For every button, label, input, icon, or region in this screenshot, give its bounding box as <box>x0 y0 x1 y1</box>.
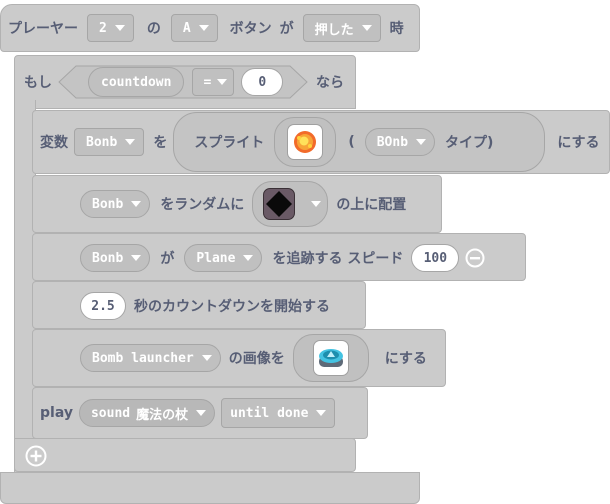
sprite-kind-dropdown[interactable]: BOnb <box>364 128 436 156</box>
follow-sprite-dropdown[interactable]: Bonb <box>80 244 151 272</box>
chevron-down-icon <box>131 255 142 261</box>
if-condition-contents: countdown = 0 <box>88 65 284 99</box>
sprite-label: スプライト <box>194 135 265 151</box>
speed-value: 100 <box>423 250 448 266</box>
chevron-down-icon <box>311 201 322 207</box>
play-sound-row: play sound 魔法の杖 until done <box>40 396 336 430</box>
launcher-button-icon <box>318 349 343 367</box>
fire-burst-icon <box>294 131 317 153</box>
if-block-footer[interactable] <box>14 438 356 472</box>
chevron-down-icon <box>131 201 142 207</box>
dark-tile-icon-frame <box>263 188 296 220</box>
set-image-row: Bomb launcher の画像を にする <box>80 334 427 382</box>
chevron-down-icon <box>361 25 372 31</box>
button-dropdown[interactable]: A <box>170 14 218 42</box>
tile-picker[interactable] <box>252 181 329 227</box>
sound-name: 魔法の杖 <box>136 407 189 423</box>
plus-circle-icon[interactable] <box>25 445 47 467</box>
minus-circle-icon[interactable] <box>465 248 485 268</box>
play-label: play <box>40 405 73 421</box>
place-sprite-value: Bonb <box>92 196 124 212</box>
follow-sprite-value: Bonb <box>92 250 124 266</box>
countdown-seconds-input[interactable]: 2.5 <box>80 292 126 320</box>
if-moshi-label: もし <box>24 75 52 91</box>
compare-value: 0 <box>258 74 267 90</box>
variable-value: Bonb <box>86 134 118 150</box>
compare-value-input[interactable]: 0 <box>241 68 284 96</box>
if-nara-row: なら <box>316 65 344 99</box>
hat-no-label: の <box>146 21 161 37</box>
chevron-down-icon <box>125 139 136 145</box>
set-variable-label: 変数 <box>40 135 68 151</box>
kind-paren-open: ( <box>348 134 355 150</box>
play-mode-value: until done <box>230 405 309 421</box>
countdown-variable-name: countdown <box>101 74 172 90</box>
image-sprite-value: Bomb launcher <box>92 350 194 366</box>
sound-word: sound <box>90 405 131 421</box>
follow-target-value: Plane <box>196 250 236 266</box>
if-nara-label: なら <box>316 75 344 91</box>
sprite-constructor-reporter[interactable]: スプライト ( BOnb タイプ) <box>173 112 546 172</box>
sprite-kind-value: BOnb <box>376 134 409 150</box>
chevron-down-icon <box>416 139 427 145</box>
set-image-label: の画像を <box>228 351 285 367</box>
button-value: A <box>182 20 191 36</box>
follow-speed-label: を追跡する スピード <box>272 251 404 267</box>
speed-input[interactable]: 100 <box>411 244 460 272</box>
chevron-down-icon <box>196 410 207 416</box>
chevron-down-icon <box>198 25 209 31</box>
chevron-down-icon <box>114 25 125 31</box>
hat-button-word-label: ボタン <box>229 21 272 37</box>
countdown-label: 秒のカウントダウンを開始する <box>134 299 330 315</box>
hat-ga-label: が <box>279 21 294 37</box>
place-random-label: をランダムに <box>160 197 245 213</box>
place-random-row: Bonb をランダムに の上に配置 <box>80 181 407 227</box>
hat-prefix-label: プレーヤー <box>8 21 78 37</box>
hat-block-row: プレーヤー 2 の A ボタン が 押した 時 <box>8 11 404 45</box>
sprite-image-slot[interactable] <box>274 117 337 167</box>
player-value: 2 <box>99 20 107 36</box>
chevron-down-icon <box>243 255 254 261</box>
countdown-row: 2.5 秒のカウントダウンを開始する <box>80 289 330 323</box>
operator-value: = <box>203 74 212 90</box>
place-sprite-dropdown[interactable]: Bonb <box>80 190 151 218</box>
dark-tile-icon <box>266 191 293 217</box>
follow-row: Bonb が Plane を追跡する スピード 100 <box>80 241 485 275</box>
kind-suffix-label: タイプ) <box>445 135 494 151</box>
action-dropdown[interactable]: 押した <box>302 14 381 42</box>
play-mode-dropdown[interactable]: until done <box>221 398 336 428</box>
operator-dropdown[interactable]: = <box>192 68 235 96</box>
set-variable-row: 変数 Bonb を スプライト ( BOnb タイプ) にする <box>40 112 600 172</box>
player-dropdown[interactable]: 2 <box>87 14 134 42</box>
launcher-button-icon-frame <box>312 340 349 376</box>
image-sprite-dropdown[interactable]: Bomb launcher <box>80 344 221 372</box>
variable-dropdown[interactable]: Bonb <box>74 128 145 156</box>
countdown-variable-reporter[interactable]: countdown <box>88 67 185 97</box>
set-variable-suffix: にする <box>557 135 600 151</box>
image-picker[interactable] <box>292 334 369 382</box>
follow-target-dropdown[interactable]: Plane <box>184 244 263 272</box>
fire-burst-icon-frame <box>287 124 324 160</box>
action-value: 押した <box>314 22 354 38</box>
set-variable-wo-label: を <box>153 135 168 151</box>
set-image-suffix: にする <box>384 351 427 367</box>
chevron-down-icon <box>217 79 228 85</box>
hat-suffix-label: 時 <box>389 21 404 37</box>
place-random-suffix: の上に配置 <box>336 197 407 213</box>
chevron-down-icon <box>201 355 212 361</box>
sound-dropdown[interactable]: sound 魔法の杖 <box>78 399 216 427</box>
countdown-seconds-value: 2.5 <box>91 298 115 314</box>
chevron-down-icon <box>316 410 327 416</box>
follow-ga-label: が <box>160 251 175 267</box>
outer-script-footer <box>0 472 420 504</box>
